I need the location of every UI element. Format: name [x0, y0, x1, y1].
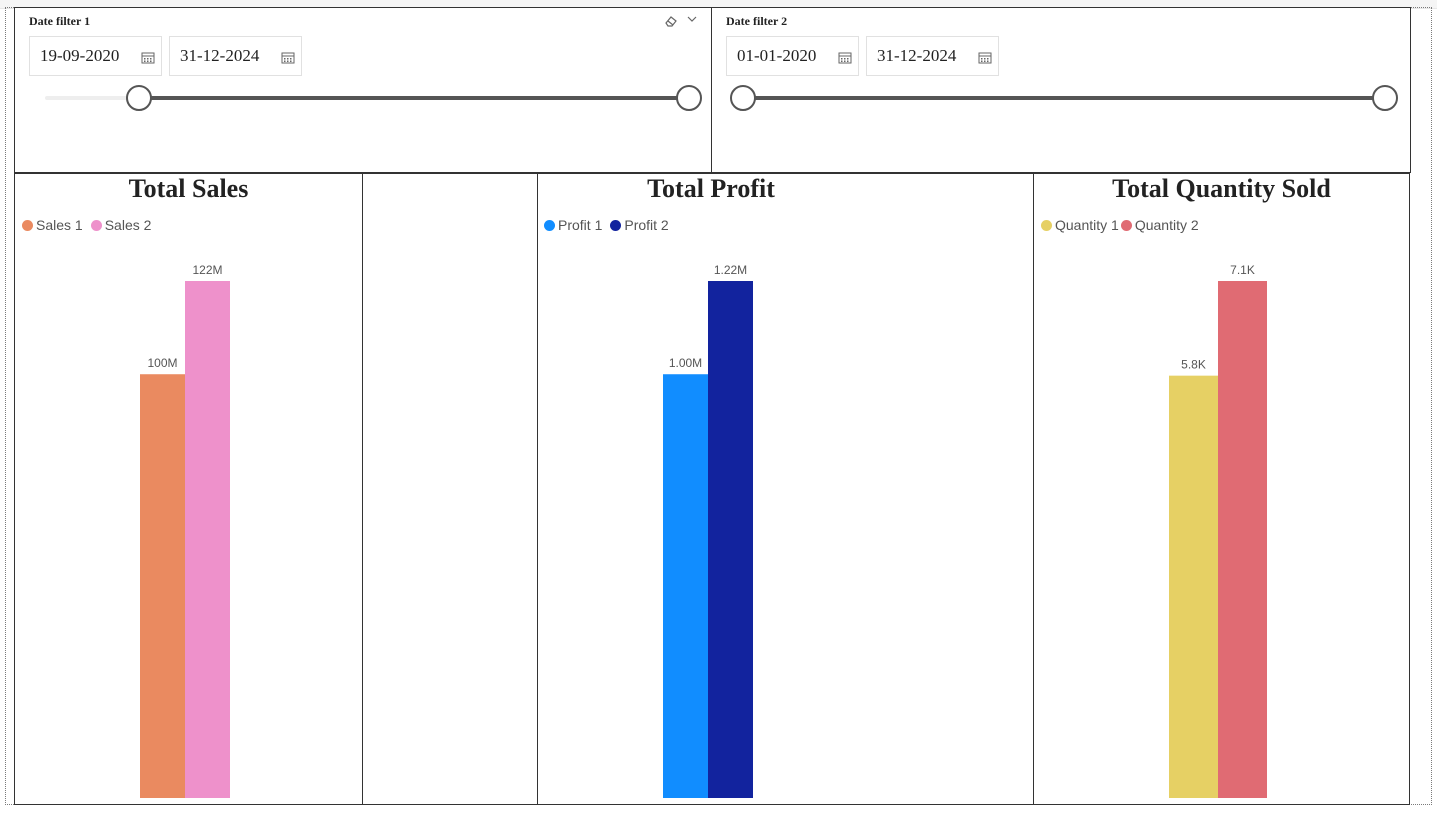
data-label: 5.8K — [1181, 358, 1206, 372]
start-date-input[interactable]: 19-09-2020 — [29, 36, 162, 76]
end-date-value: 31-12-2024 — [180, 46, 260, 65]
eraser-icon[interactable] — [664, 14, 678, 33]
start-date-value: 19-09-2020 — [40, 46, 120, 65]
empty-visual-placeholder — [362, 173, 538, 805]
data-label: 7.1K — [1230, 263, 1255, 277]
slider-end-handle[interactable] — [676, 85, 702, 111]
calendar-icon[interactable] — [281, 49, 295, 69]
bar-plot: 100M 122M — [140, 263, 230, 798]
slider-range-fill — [140, 96, 690, 100]
bar-plot: 1.00M 1.22M — [663, 263, 753, 798]
slider-end-handle[interactable] — [1372, 85, 1398, 111]
bar-sales-2[interactable] — [185, 281, 230, 798]
slider-start-handle[interactable] — [126, 85, 152, 111]
end-date-value: 31-12-2024 — [877, 46, 957, 65]
slider-start-handle[interactable] — [730, 85, 756, 111]
date-filter-1-slicer: Date filter 1 19-09-2020 31-12-2024 — [14, 7, 713, 173]
data-label: 1.00M — [669, 356, 702, 370]
bar-profit-2[interactable] — [708, 281, 753, 798]
bar-quantity-2[interactable] — [1218, 281, 1267, 798]
data-label: 100M — [147, 356, 177, 370]
total-profit-chart[interactable]: Total Profit Profit 1 Profit 2 1.00M 1.22… — [537, 173, 885, 805]
end-date-input[interactable]: 31-12-2024 — [169, 36, 302, 76]
data-label: 122M — [192, 263, 222, 277]
chevron-down-icon[interactable] — [686, 12, 698, 30]
calendar-icon[interactable] — [141, 49, 155, 69]
bar-profit-1[interactable] — [663, 374, 708, 798]
slicer-title: Date filter 1 — [29, 14, 91, 28]
slicer-title: Date filter 2 — [726, 14, 788, 28]
bar-quantity-1[interactable] — [1169, 375, 1218, 798]
start-date-value: 01-01-2020 — [737, 46, 817, 65]
date-filter-2-slicer: Date filter 2 01-01-2020 31-12-2024 — [711, 7, 1411, 173]
data-label: 1.22M — [714, 263, 747, 277]
total-sales-chart[interactable]: Total Sales Sales 1 Sales 2 100M 122M — [14, 173, 363, 805]
start-date-input[interactable]: 01-01-2020 — [726, 36, 859, 76]
total-quantity-sold-chart[interactable]: Total Quantity Sold Quantity 1 Quantity … — [1033, 173, 1410, 805]
slider-range-fill[interactable] — [744, 96, 1386, 100]
bar-sales-1[interactable] — [140, 374, 185, 798]
end-date-input[interactable]: 31-12-2024 — [866, 36, 999, 76]
calendar-icon[interactable] — [838, 49, 852, 69]
empty-visual-placeholder — [884, 173, 1034, 805]
calendar-icon[interactable] — [978, 49, 992, 69]
bar-plot: 5.8K 7.1K — [1169, 263, 1267, 798]
